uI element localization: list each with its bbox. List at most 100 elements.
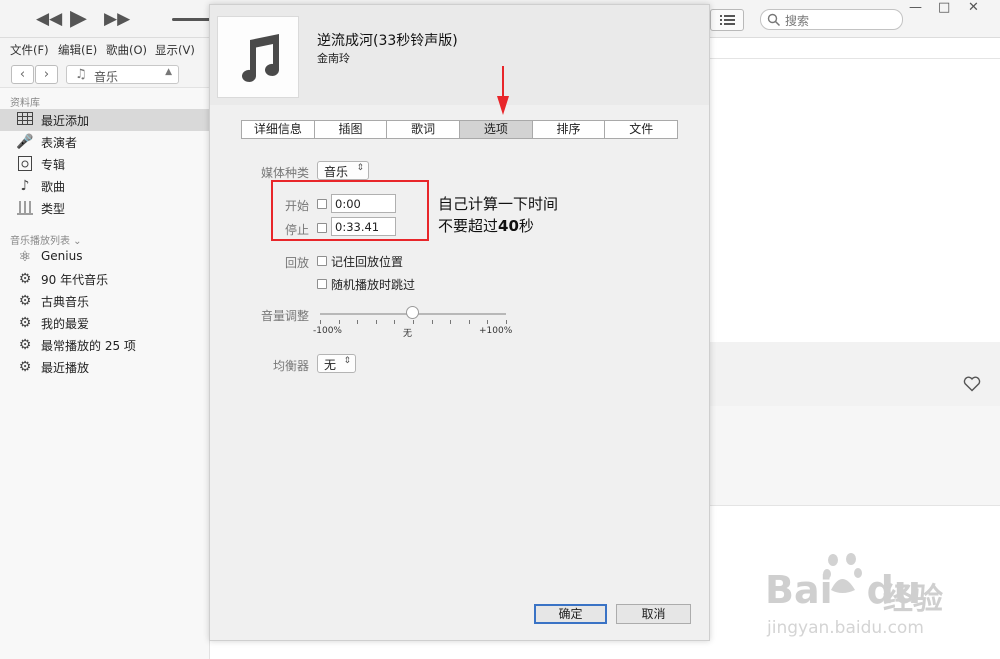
fast-forward-icon[interactable]: ▶▶ xyxy=(104,0,130,38)
tab-lyrics[interactable]: 歌词 xyxy=(387,121,461,138)
song-info-dialog: 逆流成河(33秒铃声版) 金南玲 详细信息 插图 歌词 选项 排序 文件 媒体种… xyxy=(209,4,710,641)
volume-tick xyxy=(357,320,359,324)
remember-position-checkbox[interactable] xyxy=(317,256,327,266)
volume-max-label: +100% xyxy=(479,326,513,336)
volume-mid-label: 无 xyxy=(403,329,413,339)
menu-bar: 文件(F) 编辑(E) 歌曲(O) 显示(V) xyxy=(0,38,210,60)
music-note-icon: ♫ xyxy=(75,67,87,82)
chevron-right-icon: › xyxy=(43,67,50,82)
menu-file[interactable]: 文件(F) xyxy=(10,42,49,58)
volume-slider-thumb[interactable] xyxy=(406,306,419,319)
paw-icon xyxy=(823,553,862,593)
minimize-button[interactable]: — xyxy=(909,0,922,16)
media-type-select[interactable]: ♫ 音乐 ▲ xyxy=(66,65,179,84)
sidebar-item-label: 我的最爱 xyxy=(41,317,90,331)
ok-button[interactable]: 确定 xyxy=(534,604,607,624)
playlists-section-title[interactable]: 音乐播放列表 ⌄ xyxy=(10,232,82,247)
microphone-icon: 🎤 xyxy=(16,134,34,150)
highlight-box xyxy=(271,180,429,241)
tab-file[interactable]: 文件 xyxy=(605,121,677,138)
sidebar-item-albums[interactable]: 专辑 xyxy=(0,153,210,175)
sidebar: 资料库 最近添加 🎤 表演者 专辑 ♪ 歌曲 类型 音乐播放列表 ⌄ ⚛ Gen… xyxy=(0,88,210,659)
genius-atom-icon: ⚛ xyxy=(18,249,32,265)
tab-artwork[interactable]: 插图 xyxy=(315,121,388,138)
gear-icon: ⚙ xyxy=(18,337,32,353)
rewind-icon[interactable]: ◀◀ xyxy=(36,0,62,38)
sidebar-item-favorites[interactable]: ⚙ 我的最爱 xyxy=(0,312,210,334)
annotation-line-1: 自己计算一下时间 xyxy=(438,195,559,213)
volume-tick xyxy=(450,320,452,324)
annotation-number: 40 xyxy=(498,217,519,235)
sidebar-item-label: 表演者 xyxy=(41,136,78,150)
sidebar-item-recently-added[interactable]: 最近添加 xyxy=(0,109,210,131)
content-divider xyxy=(710,58,1000,59)
volume-tick xyxy=(468,320,470,324)
remember-position-label[interactable]: 记住回放位置 xyxy=(331,253,403,270)
back-button[interactable]: ‹ xyxy=(11,65,34,84)
menu-song[interactable]: 歌曲(O) xyxy=(106,42,147,58)
volume-slider[interactable] xyxy=(172,18,212,21)
song-title: 逆流成河(33秒铃声版) xyxy=(317,33,458,49)
tab-sorting[interactable]: 排序 xyxy=(533,121,606,138)
equalizer-select[interactable]: 无 ⇕ xyxy=(317,354,356,373)
list-view-button[interactable] xyxy=(710,9,744,31)
annotation-suffix: 秒 xyxy=(518,217,534,235)
forward-button[interactable]: › xyxy=(35,65,58,84)
cancel-button[interactable]: 取消 xyxy=(616,604,691,624)
sidebar-item-90s-music[interactable]: ⚙ 90 年代音乐 xyxy=(0,268,210,290)
volume-tick xyxy=(375,320,377,324)
playback-label: 回放 xyxy=(284,256,309,270)
annotation-line-2: 不要超过40秒 xyxy=(438,215,534,236)
volume-adjust-label: 音量调整 xyxy=(260,309,309,323)
volume-tick xyxy=(431,320,433,324)
tab-options[interactable]: 选项 xyxy=(460,121,533,138)
red-arrow-icon xyxy=(497,66,509,115)
equalizer-label: 均衡器 xyxy=(272,359,309,373)
updown-arrows-icon: ▲ xyxy=(165,67,172,77)
volume-tick xyxy=(413,320,414,324)
sidebar-item-label: 歌曲 xyxy=(41,180,66,194)
sidebar-item-label: 最近添加 xyxy=(41,114,90,128)
sidebar-item-artists[interactable]: 🎤 表演者 xyxy=(0,131,210,153)
maximize-button[interactable]: □ xyxy=(938,0,950,16)
volume-tick xyxy=(487,320,489,324)
sidebar-item-recently-played[interactable]: ⚙ 最近播放 xyxy=(0,356,210,378)
baidu-watermark: Bai du 经验 jingyan.baidu.com xyxy=(765,550,965,645)
menu-view[interactable]: 显示(V) xyxy=(155,42,195,58)
search-input[interactable]: 搜索 xyxy=(760,9,903,30)
sidebar-item-label: 最近播放 xyxy=(41,361,90,375)
sidebar-item-genres[interactable]: 类型 xyxy=(0,197,210,219)
updown-arrows-icon: ⇕ xyxy=(343,356,351,366)
media-kind-value: 音乐 xyxy=(324,165,349,179)
skip-shuffle-checkbox[interactable] xyxy=(317,279,327,289)
gear-icon: ⚙ xyxy=(18,315,32,331)
sidebar-item-genius[interactable]: ⚛ Genius xyxy=(0,246,210,268)
tab-details[interactable]: 详细信息 xyxy=(242,121,315,138)
grid-icon xyxy=(16,112,34,128)
dialog-tabs: 详细信息 插图 歌词 选项 排序 文件 xyxy=(241,120,678,139)
dialog-header: 逆流成河(33秒铃声版) 金南玲 xyxy=(210,5,709,105)
annotation-prefix: 不要超过 xyxy=(438,217,499,235)
sidebar-item-classical[interactable]: ⚙ 古典音乐 xyxy=(0,290,210,312)
volume-min-label: -100% xyxy=(313,326,342,336)
media-kind-label: 媒体种类 xyxy=(260,166,309,180)
gear-icon: ⚙ xyxy=(18,293,32,309)
media-kind-select[interactable]: 音乐 ⇕ xyxy=(317,161,369,180)
content-row xyxy=(710,406,1000,506)
equalizer-value: 无 xyxy=(324,358,337,372)
play-icon[interactable]: ▶ xyxy=(70,0,87,38)
content-band xyxy=(710,342,1000,406)
menu-edit[interactable]: 编辑(E) xyxy=(58,42,97,58)
sidebar-item-songs[interactable]: ♪ 歌曲 xyxy=(0,175,210,197)
close-button[interactable]: ✕ xyxy=(968,0,979,16)
album-icon xyxy=(16,156,34,172)
sidebar-item-top-25[interactable]: ⚙ 最常播放的 25 项 xyxy=(0,334,210,356)
search-placeholder: 搜索 xyxy=(785,14,810,28)
skip-shuffle-label[interactable]: 随机播放时跳过 xyxy=(331,276,415,293)
heart-icon[interactable] xyxy=(963,376,981,392)
music-note-icon xyxy=(242,34,279,82)
gear-icon: ⚙ xyxy=(18,359,32,375)
library-section-title: 资料库 xyxy=(10,98,40,109)
nav-bar: ‹ › ♫ 音乐 ▲ xyxy=(0,60,210,88)
volume-tick xyxy=(338,320,340,324)
